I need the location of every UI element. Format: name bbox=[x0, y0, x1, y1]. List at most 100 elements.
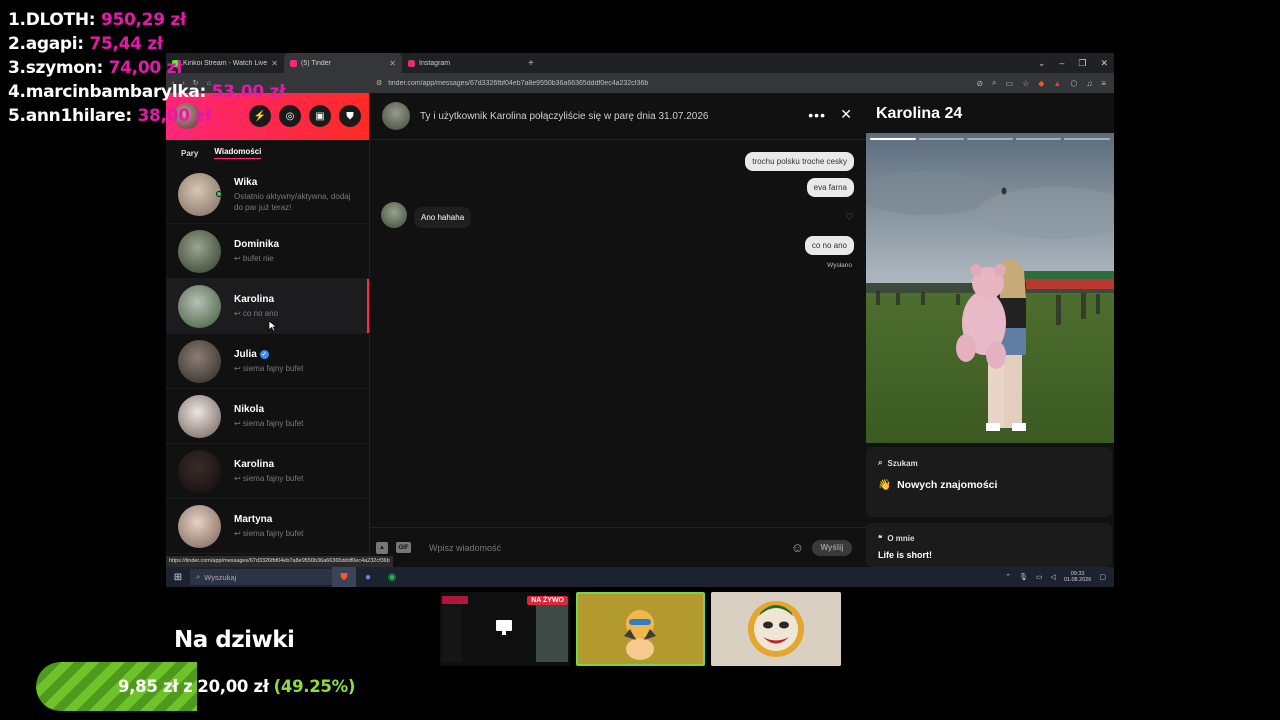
stream-screen: 1.DLOTH: 950,29 zł 2.agapi: 75,44 zł 3.s… bbox=[0, 0, 1280, 720]
url-text: tinder.com/app/messages/67d3326fbf04eb7a… bbox=[388, 79, 649, 87]
leaderboard-entry: 2.agapi: 75,44 zł bbox=[8, 34, 163, 54]
extensions-icon[interactable]: ⬡ bbox=[1070, 79, 1077, 88]
profile-photo[interactable] bbox=[866, 133, 1114, 443]
avatar bbox=[178, 229, 221, 273]
avatar bbox=[178, 339, 221, 383]
emoji-icon[interactable]: ☺ bbox=[791, 540, 804, 555]
conversation-name: Dominika bbox=[234, 238, 280, 250]
chevron-down-icon[interactable]: ⌄ bbox=[1038, 58, 1046, 69]
about-label: O mnie bbox=[887, 534, 915, 543]
waving-hand-icon: 👋 bbox=[878, 479, 892, 491]
brave-app-icon[interactable]: ⛊ bbox=[332, 567, 356, 587]
leaderboard-entry: 1.DLOTH: 950,29 zł bbox=[8, 10, 186, 30]
rewards-icon[interactable]: ▲ bbox=[1053, 79, 1061, 88]
avatar[interactable] bbox=[382, 102, 410, 130]
leaderboard-entry: 5.ann1hilare: 38,00 zł bbox=[8, 106, 211, 126]
conversation-preview: ↩ bufet nie bbox=[234, 253, 274, 263]
conversation-item[interactable]: Wika Ostatnio aktywny/aktywna, dodaj do p… bbox=[166, 166, 369, 224]
photo-indicators bbox=[870, 138, 1110, 140]
sticker-icon[interactable]: ▲ bbox=[376, 541, 388, 554]
volume-icon[interactable]: ◁ bbox=[1050, 573, 1055, 581]
browser-window: Kinkoi Stream - Watch Live on Kick ✕ (5)… bbox=[166, 53, 1114, 587]
menu-icon[interactable]: ≡ bbox=[1101, 79, 1106, 88]
conversation-name: Karolina bbox=[234, 293, 275, 305]
eye-slash-icon[interactable]: ⊘ bbox=[976, 79, 983, 88]
quote-icon: ❝ bbox=[878, 534, 883, 543]
minimize-icon[interactable]: – bbox=[1059, 58, 1064, 68]
gif-button[interactable]: GIF bbox=[396, 542, 411, 553]
maximize-icon[interactable]: ❐ bbox=[1078, 58, 1086, 69]
conversation-name: Julia bbox=[234, 348, 257, 360]
looking-for-card: ⌕ Szukam 👋 Nowych znajomości bbox=[866, 447, 1112, 517]
camera-thumbnails: NA ŻYWO bbox=[440, 592, 841, 666]
message-composer: ▲ GIF Wpisz wiadomość ☺ Wyślij bbox=[370, 527, 866, 567]
shield-icon[interactable]: ⛊ bbox=[339, 105, 361, 127]
spotify-app-icon[interactable]: ◉ bbox=[380, 567, 404, 587]
windows-start-icon[interactable]: ⊞ bbox=[166, 572, 190, 583]
tab-tinder[interactable]: (5) Tinder ✕ bbox=[284, 53, 402, 73]
media-icon[interactable]: ♫ bbox=[1086, 79, 1092, 88]
cool-avatar-icon bbox=[578, 594, 703, 664]
avatar bbox=[381, 202, 407, 228]
conversation-preview: ↩ siema fajny bufet bbox=[234, 528, 304, 538]
chevron-up-icon[interactable]: ⌃ bbox=[1005, 573, 1011, 581]
zoom-icon[interactable]: ⌕ bbox=[992, 78, 996, 88]
donation-leaderboard: 1.DLOTH: 950,29 zł 2.agapi: 75,44 zł 3.s… bbox=[8, 8, 285, 128]
goal-title: Na dziwki bbox=[174, 627, 295, 653]
avatar bbox=[178, 284, 221, 328]
message-input[interactable]: Wpisz wiadomość bbox=[419, 543, 783, 553]
conversation-item[interactable]: Karolina ↩ siema fajny bufet bbox=[166, 444, 369, 499]
send-button[interactable]: Wyślij bbox=[812, 539, 852, 556]
tab-matches[interactable]: Pary bbox=[181, 149, 198, 158]
address-bar: ‹ › ↻ ⌂ ⚙ tinder.com/app/messages/67d332… bbox=[166, 73, 1114, 93]
tab-messages[interactable]: Wiadomości bbox=[214, 147, 262, 159]
tab-search-icon[interactable]: ▭ bbox=[1006, 79, 1014, 88]
site-settings-icon[interactable]: ⚙ bbox=[376, 79, 382, 87]
online-indicator bbox=[216, 191, 222, 197]
live-preview-thumbnail: NA ŻYWO bbox=[440, 592, 570, 666]
new-tab-button[interactable]: + bbox=[520, 58, 542, 69]
taskbar-search[interactable]: ⌕ Wyszukaj bbox=[190, 569, 332, 585]
avatar-thumbnail bbox=[576, 592, 705, 666]
network-icon[interactable]: ▭ bbox=[1036, 573, 1043, 581]
message-incoming: Ano hahaha bbox=[414, 207, 472, 228]
briefcase-icon[interactable]: ▣ bbox=[309, 105, 331, 127]
bookmark-icon[interactable]: ☆ bbox=[1022, 79, 1029, 88]
conversation-item[interactable]: Dominika ↩ bufet nie bbox=[166, 224, 369, 279]
sidebar-tabs: Pary Wiadomości bbox=[166, 140, 369, 166]
goal-progress-bar: 9,85 zł z 20,00 zł (49.25%) bbox=[36, 662, 362, 711]
microphone-icon[interactable]: 🎙 bbox=[1019, 573, 1028, 581]
more-options-icon[interactable]: ••• bbox=[808, 107, 826, 123]
looking-for-label: Szukam bbox=[887, 458, 918, 468]
tab-instagram[interactable]: Instagram bbox=[402, 53, 520, 73]
clock[interactable]: 09:33 01.08.2026 bbox=[1064, 571, 1092, 584]
conversation-item[interactable]: Martyna ↩ siema fajny bufet bbox=[166, 499, 369, 554]
leaderboard-entry: 3.szymon: 74,00 zł bbox=[8, 58, 183, 78]
avatar bbox=[178, 394, 221, 438]
message-outgoing: trochu polsku troche cesky bbox=[745, 152, 854, 171]
sent-status: Wysłano bbox=[827, 262, 852, 269]
conversation-item[interactable]: Nikola ↩ siema fajny bufet bbox=[166, 389, 369, 444]
conversation-item[interactable]: Julia ✓ ↩ siema fajny bufet bbox=[166, 334, 369, 389]
instagram-favicon-icon bbox=[408, 59, 415, 67]
conversation-name: Wika bbox=[234, 176, 258, 188]
about-text: Life is short! bbox=[878, 550, 933, 560]
brave-shield-icon[interactable]: ◆ bbox=[1038, 79, 1044, 88]
tab-bar: Kinkoi Stream - Watch Live on Kick ✕ (5)… bbox=[166, 53, 1114, 73]
looking-for-value: Nowych znajomości bbox=[897, 478, 998, 491]
live-badge: NA ŻYWO bbox=[527, 596, 568, 605]
url-field[interactable]: ⚙ tinder.com/app/messages/67d3326fbf04eb… bbox=[370, 75, 892, 91]
notifications-icon[interactable]: ▢ bbox=[1099, 573, 1106, 581]
discord-app-icon[interactable]: ● bbox=[356, 567, 380, 587]
conversation-preview: ↩ siema fajny bufet bbox=[234, 363, 304, 373]
window-controls: ⌄ – ❐ ✕ bbox=[1038, 53, 1108, 73]
tinder-app: ⚡ ◎ ▣ ⛊ Pary Wiadomości Wika Ostatnio akt… bbox=[166, 93, 1114, 567]
avatar bbox=[178, 173, 222, 216]
browser-toolbar-icons: ⊘ ⌕ ▭ ☆ ◆ ▲ ⬡ ♫ ≡ bbox=[976, 73, 1106, 93]
leaderboard-entry: 4.marcinbambarylka: 53,00 zł bbox=[8, 82, 286, 102]
heart-icon[interactable]: ♡ bbox=[845, 212, 854, 223]
close-icon[interactable]: ✕ bbox=[389, 59, 396, 68]
match-info: Ty i użytkownik Karolina połączyliście s… bbox=[420, 110, 709, 122]
close-icon[interactable]: ✕ bbox=[1100, 58, 1108, 69]
close-icon[interactable]: ✕ bbox=[840, 106, 852, 123]
